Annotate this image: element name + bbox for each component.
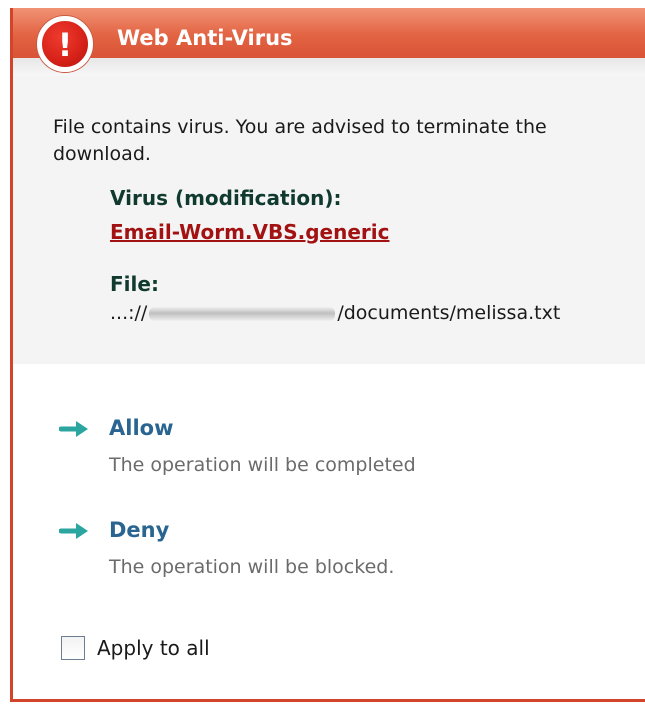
deny-description: The operation will be blocked.	[109, 556, 395, 578]
web-anti-virus-window: ! Web Anti-Virus File contains virus. Yo…	[10, 8, 645, 702]
file-path-prefix: ...://	[110, 302, 148, 324]
file-path-suffix: /documents/melissa.txt	[337, 302, 561, 324]
warning-message: File contains virus. You are advised to …	[53, 116, 547, 165]
virus-info-panel: File contains virus. You are advised to …	[13, 76, 645, 364]
apply-to-all-label[interactable]: Apply to all	[97, 636, 210, 660]
allow-label[interactable]: Allow	[109, 416, 173, 440]
allow-description: The operation will be completed	[109, 454, 416, 476]
file-path: ...:// /documents/melissa.txt	[110, 302, 560, 324]
arrow-right-icon	[59, 523, 88, 539]
apply-to-all-checkbox[interactable]	[61, 636, 85, 660]
redacted-path-segment	[149, 306, 336, 321]
alert-exclamation-icon: !	[37, 16, 93, 72]
virus-name-link[interactable]: Email-Worm.VBS.generic	[110, 220, 389, 244]
arrow-right-icon	[59, 421, 88, 437]
window-title: Web Anti-Virus	[117, 26, 293, 50]
virus-label: Virus (modification):	[110, 186, 342, 210]
deny-label[interactable]: Deny	[109, 518, 169, 542]
file-label: File:	[110, 272, 159, 296]
title-bar	[13, 8, 645, 76]
